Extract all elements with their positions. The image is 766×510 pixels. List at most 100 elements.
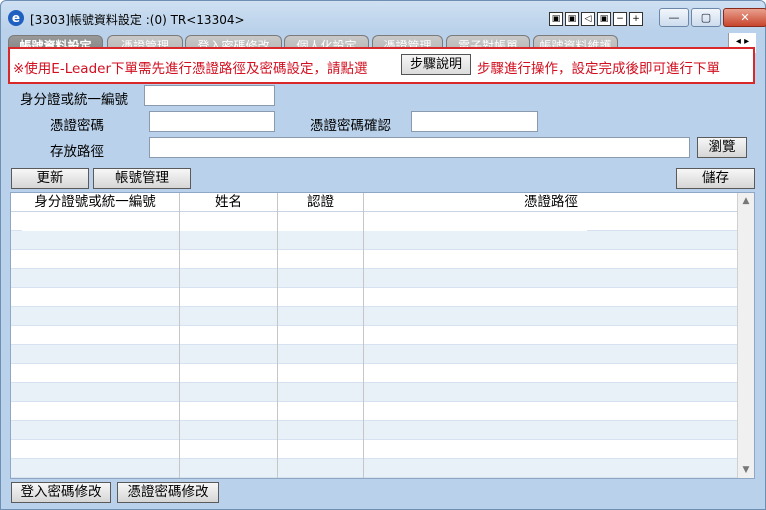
table-cell <box>11 250 180 269</box>
cert-password-label: 憑證密碼 <box>50 118 104 134</box>
table-cell <box>364 212 739 231</box>
notice-text-before: ※使用E-Leader下單需先進行憑證路徑及密碼設定，請點選 <box>13 61 368 77</box>
table-cell <box>278 326 364 345</box>
table-cell <box>11 269 180 288</box>
table-cell <box>364 269 739 288</box>
account-table: 身分證號或統一編號 姓名 認證 憑證路徑 ▲ ▼ <box>10 192 755 479</box>
table-cell <box>11 364 180 383</box>
table-cell <box>278 421 364 440</box>
cert-password-change-button[interactable]: 憑證密碼修改 <box>117 482 219 503</box>
table-row[interactable] <box>11 326 739 345</box>
column-header-cert-path[interactable]: 憑證路徑 <box>364 193 739 212</box>
app-window: e [3303]帳號資料設定 :(0) TR<13304> ▣ ▣ ◁ ▣ − … <box>0 0 766 510</box>
table-row[interactable] <box>11 269 739 288</box>
table-cell <box>364 402 739 421</box>
table-row[interactable] <box>11 250 739 269</box>
refresh-button[interactable]: 更新 <box>11 168 89 189</box>
maximize-button[interactable]: ▢ <box>691 8 721 27</box>
table-row[interactable] <box>11 383 739 402</box>
table-row[interactable] <box>11 345 739 364</box>
title-toolbar: ▣ ▣ ◁ ▣ − + <box>549 12 643 26</box>
table-cell <box>180 231 278 250</box>
dock-bottom-icon[interactable]: ▣ <box>597 12 611 26</box>
table-row[interactable] <box>11 364 739 383</box>
browse-button[interactable]: 瀏覽 <box>697 137 747 158</box>
table-cell <box>364 383 739 402</box>
table-cell <box>364 459 739 478</box>
table-cell <box>278 364 364 383</box>
table-cell <box>278 345 364 364</box>
table-cell <box>11 402 180 421</box>
table-cell <box>11 326 180 345</box>
account-management-button[interactable]: 帳號管理 <box>93 168 191 189</box>
dock-left-icon[interactable]: ◁ <box>581 12 595 26</box>
table-cell <box>180 383 278 402</box>
scroll-down-icon[interactable]: ▼ <box>738 462 754 478</box>
cert-password-confirm-field[interactable] <box>411 111 538 132</box>
notice-text-after: 步驟進行操作，設定完成後即可進行下單 <box>477 61 720 77</box>
table-cell <box>11 383 180 402</box>
close-button[interactable]: ✕ <box>723 8 766 27</box>
scroll-up-icon[interactable]: ▲ <box>738 193 754 209</box>
table-cell <box>278 459 364 478</box>
table-cell <box>180 250 278 269</box>
table-row[interactable] <box>11 421 739 440</box>
table-row[interactable] <box>11 231 739 250</box>
table-row[interactable] <box>11 307 739 326</box>
vertical-scrollbar[interactable]: ▲ ▼ <box>737 193 754 478</box>
table-cell <box>180 421 278 440</box>
table-cell <box>11 212 180 231</box>
cascade-window-icon[interactable]: ▣ <box>549 12 563 26</box>
table-cell <box>278 212 364 231</box>
table-row[interactable] <box>11 459 739 478</box>
login-password-change-button[interactable]: 登入密碼修改 <box>11 482 111 503</box>
table-cell <box>180 345 278 364</box>
table-cell <box>364 364 739 383</box>
id-number-field[interactable] <box>144 85 275 106</box>
table-cell <box>180 269 278 288</box>
zoom-in-icon[interactable]: + <box>629 12 643 26</box>
table-row[interactable] <box>11 212 739 231</box>
table-cell <box>11 288 180 307</box>
window-title: [3303]帳號資料設定 :(0) TR<13304> <box>30 13 245 27</box>
table-cell <box>364 307 739 326</box>
table-cell <box>11 231 180 250</box>
save-button[interactable]: 儲存 <box>676 168 755 189</box>
table-cell <box>180 402 278 421</box>
table-cell <box>11 459 180 478</box>
column-header-id[interactable]: 身分證號或統一編號 <box>11 193 180 212</box>
cert-password-field[interactable] <box>149 111 275 132</box>
zoom-out-icon[interactable]: − <box>613 12 627 26</box>
table-cell <box>180 459 278 478</box>
table-cell <box>180 440 278 459</box>
cert-password-confirm-label: 憑證密碼確認 <box>310 118 391 134</box>
table-cell <box>364 288 739 307</box>
steps-guide-button[interactable]: 步驟說明 <box>401 54 471 75</box>
minimize-button[interactable]: — <box>659 8 689 27</box>
table-cell <box>11 440 180 459</box>
column-header-certified[interactable]: 認證 <box>278 193 364 212</box>
tile-window-icon[interactable]: ▣ <box>565 12 579 26</box>
table-cell <box>364 231 739 250</box>
storage-path-label: 存放路徑 <box>50 144 104 160</box>
table-cell <box>364 421 739 440</box>
table-header: 身分證號或統一編號 姓名 認證 憑證路徑 <box>11 193 739 212</box>
table-cell <box>278 269 364 288</box>
table-row[interactable] <box>11 440 739 459</box>
table-cell <box>11 345 180 364</box>
window-controls: — ▢ ✕ <box>659 8 766 27</box>
column-header-name[interactable]: 姓名 <box>180 193 278 212</box>
table-row[interactable] <box>11 288 739 307</box>
table-cell <box>278 402 364 421</box>
table-cell <box>11 421 180 440</box>
table-cell <box>180 307 278 326</box>
table-body <box>11 212 739 478</box>
table-cell <box>278 231 364 250</box>
table-cell <box>364 250 739 269</box>
table-cell <box>180 212 278 231</box>
table-cell <box>180 326 278 345</box>
storage-path-field[interactable] <box>149 137 690 158</box>
table-cell <box>11 307 180 326</box>
table-cell <box>364 345 739 364</box>
table-row[interactable] <box>11 402 739 421</box>
